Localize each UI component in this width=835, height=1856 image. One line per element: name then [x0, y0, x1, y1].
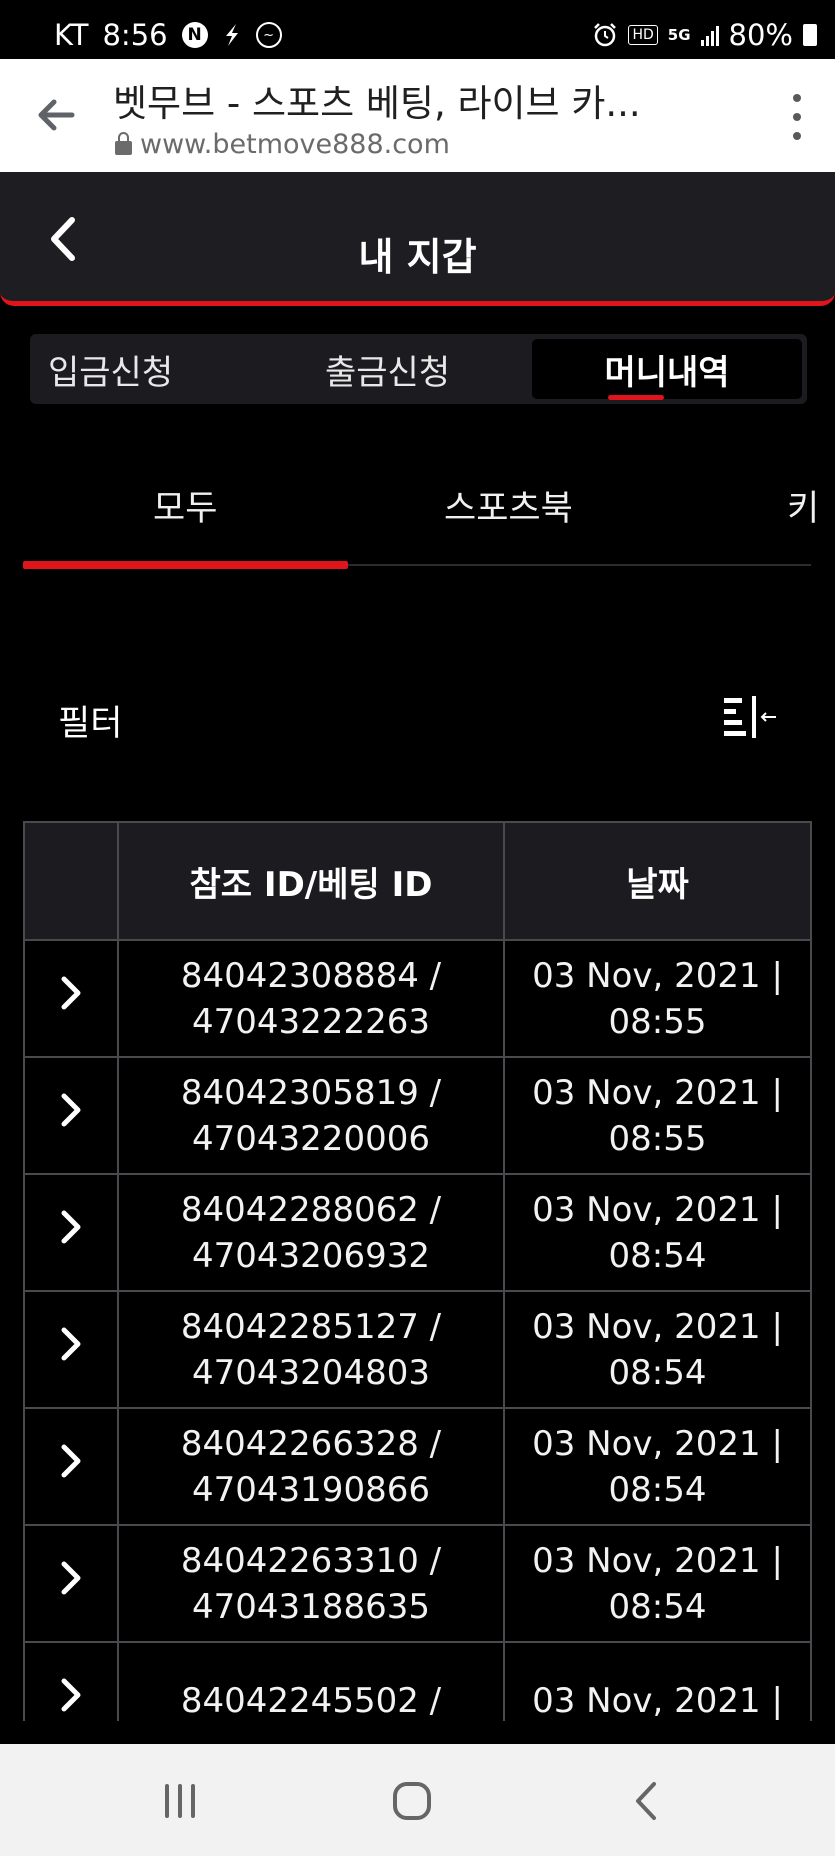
browser-back-icon[interactable]	[34, 93, 78, 137]
carrier-label: KT	[54, 18, 89, 52]
lock-icon	[115, 131, 132, 155]
ref-id-cell: 84042288062 /47043206932	[117, 1173, 505, 1292]
category-tabs: 모두 스포츠북 키	[23, 450, 819, 569]
table-row[interactable]: 84042285127 /47043204803 03 Nov, 2021 | 0…	[23, 1290, 812, 1409]
active-tab-underline	[608, 395, 664, 400]
address-bar[interactable]: www.betmove888.com	[115, 129, 450, 160]
date-cell: 03 Nov, 2021 | 08:54	[503, 1407, 812, 1526]
chevron-right-icon[interactable]	[58, 1090, 84, 1130]
status-bar: KT 8:56 N ~ HD 5G 80%	[0, 0, 835, 59]
filter-toggle-icon[interactable]	[722, 692, 778, 740]
ref-id-cell: 84042245502 /	[117, 1641, 505, 1721]
browser-toolbar: 벳무브 - 스포츠 베팅, 라이브 카... www.betmove888.co…	[0, 59, 835, 172]
chevron-right-icon[interactable]	[58, 1207, 84, 1247]
page-tab-title: 벳무브 - 스포츠 베팅, 라이브 카...	[113, 82, 641, 125]
chevron-right-icon[interactable]	[58, 1558, 84, 1598]
column-header-date: 날짜	[503, 821, 812, 941]
table-row[interactable]: 84042305819 /47043220006 03 Nov, 2021 | 0…	[23, 1056, 812, 1175]
tab-deposit[interactable]: 입금신청	[48, 339, 318, 399]
expand-row-cell[interactable]	[23, 1641, 119, 1721]
alarm-icon	[592, 22, 618, 48]
page-header: 내 지갑	[0, 172, 835, 306]
table-row[interactable]: 84042266328 /47043190866 03 Nov, 2021 | 0…	[23, 1407, 812, 1526]
back-icon[interactable]	[622, 1776, 672, 1826]
date-cell: 03 Nov, 2021 |	[503, 1641, 812, 1721]
ref-id-cell: 84042285127 /47043204803	[117, 1290, 505, 1409]
home-icon[interactable]	[387, 1776, 437, 1826]
ref-id-cell: 84042308884 /47043222263	[117, 939, 505, 1058]
tab-money-history[interactable]: 머니내역	[532, 339, 802, 399]
chevron-right-icon[interactable]	[58, 973, 84, 1013]
table-row[interactable]: 84042263310 /47043188635 03 Nov, 2021 | 0…	[23, 1524, 812, 1643]
history-table: 참조 ID/베팅 ID 날짜 84042308884 /47043222263 …	[23, 821, 812, 1721]
ref-id-cell: 84042263310 /47043188635	[117, 1524, 505, 1643]
date-cell: 03 Nov, 2021 | 08:54	[503, 1173, 812, 1292]
table-row[interactable]: 84042308884 /47043222263 03 Nov, 2021 | 0…	[23, 939, 812, 1058]
table-row[interactable]: 84042288062 /47043206932 03 Nov, 2021 | 0…	[23, 1173, 812, 1292]
filter-label: 필터	[58, 704, 123, 744]
expand-row-cell[interactable]	[23, 1173, 119, 1292]
date-cell: 03 Nov, 2021 | 08:54	[503, 1524, 812, 1643]
date-cell: 03 Nov, 2021 | 08:55	[503, 1056, 812, 1175]
battery-icon	[803, 24, 817, 46]
table-header-row: 참조 ID/베팅 ID 날짜	[23, 821, 812, 941]
system-navigation-bar	[0, 1744, 835, 1856]
page-title: 내 지갑	[358, 235, 477, 279]
url-text: www.betmove888.com	[140, 129, 450, 160]
table-row[interactable]: 84042245502 / 03 Nov, 2021 |	[23, 1641, 812, 1721]
expand-row-cell[interactable]	[23, 1056, 119, 1175]
recent-apps-icon[interactable]	[155, 1776, 205, 1826]
clock: 8:56	[102, 18, 168, 52]
tab-sportsbook[interactable]: 스포츠북	[444, 480, 573, 531]
chevron-right-icon[interactable]	[58, 1441, 84, 1481]
expand-row-cell[interactable]	[23, 1524, 119, 1643]
ref-id-cell: 84042266328 /47043190866	[117, 1407, 505, 1526]
expand-row-cell[interactable]	[23, 1407, 119, 1526]
date-cell: 03 Nov, 2021 | 08:55	[503, 939, 812, 1058]
active-category-indicator	[23, 561, 348, 569]
battery-percent: 80%	[728, 18, 793, 52]
column-header-expand	[23, 821, 119, 941]
ref-id-cell: 84042305819 /47043220006	[117, 1056, 505, 1175]
column-header-ref-id: 참조 ID/베팅 ID	[117, 821, 505, 941]
browser-menu-icon[interactable]	[785, 94, 809, 140]
messenger-icon: ~	[255, 22, 282, 48]
hd-voice-icon: HD	[628, 25, 658, 45]
date-cell: 03 Nov, 2021 | 08:54	[503, 1290, 812, 1409]
chevron-right-icon[interactable]	[58, 1324, 84, 1364]
5g-icon: 5G	[667, 26, 691, 44]
tab-partial-next[interactable]: 키	[787, 480, 819, 531]
expand-row-cell[interactable]	[23, 939, 119, 1058]
app-notification-icon	[222, 22, 242, 48]
signal-icon	[700, 24, 719, 46]
naver-icon: N	[181, 22, 208, 48]
chevron-right-icon[interactable]	[58, 1675, 84, 1715]
expand-row-cell[interactable]	[23, 1290, 119, 1409]
tab-all[interactable]: 모두	[153, 480, 217, 531]
history-table-viewport[interactable]: 참조 ID/베팅 ID 날짜 84042308884 /47043222263 …	[0, 821, 835, 1721]
wallet-tabs: 입금신청 출금신청 머니내역	[30, 334, 807, 404]
